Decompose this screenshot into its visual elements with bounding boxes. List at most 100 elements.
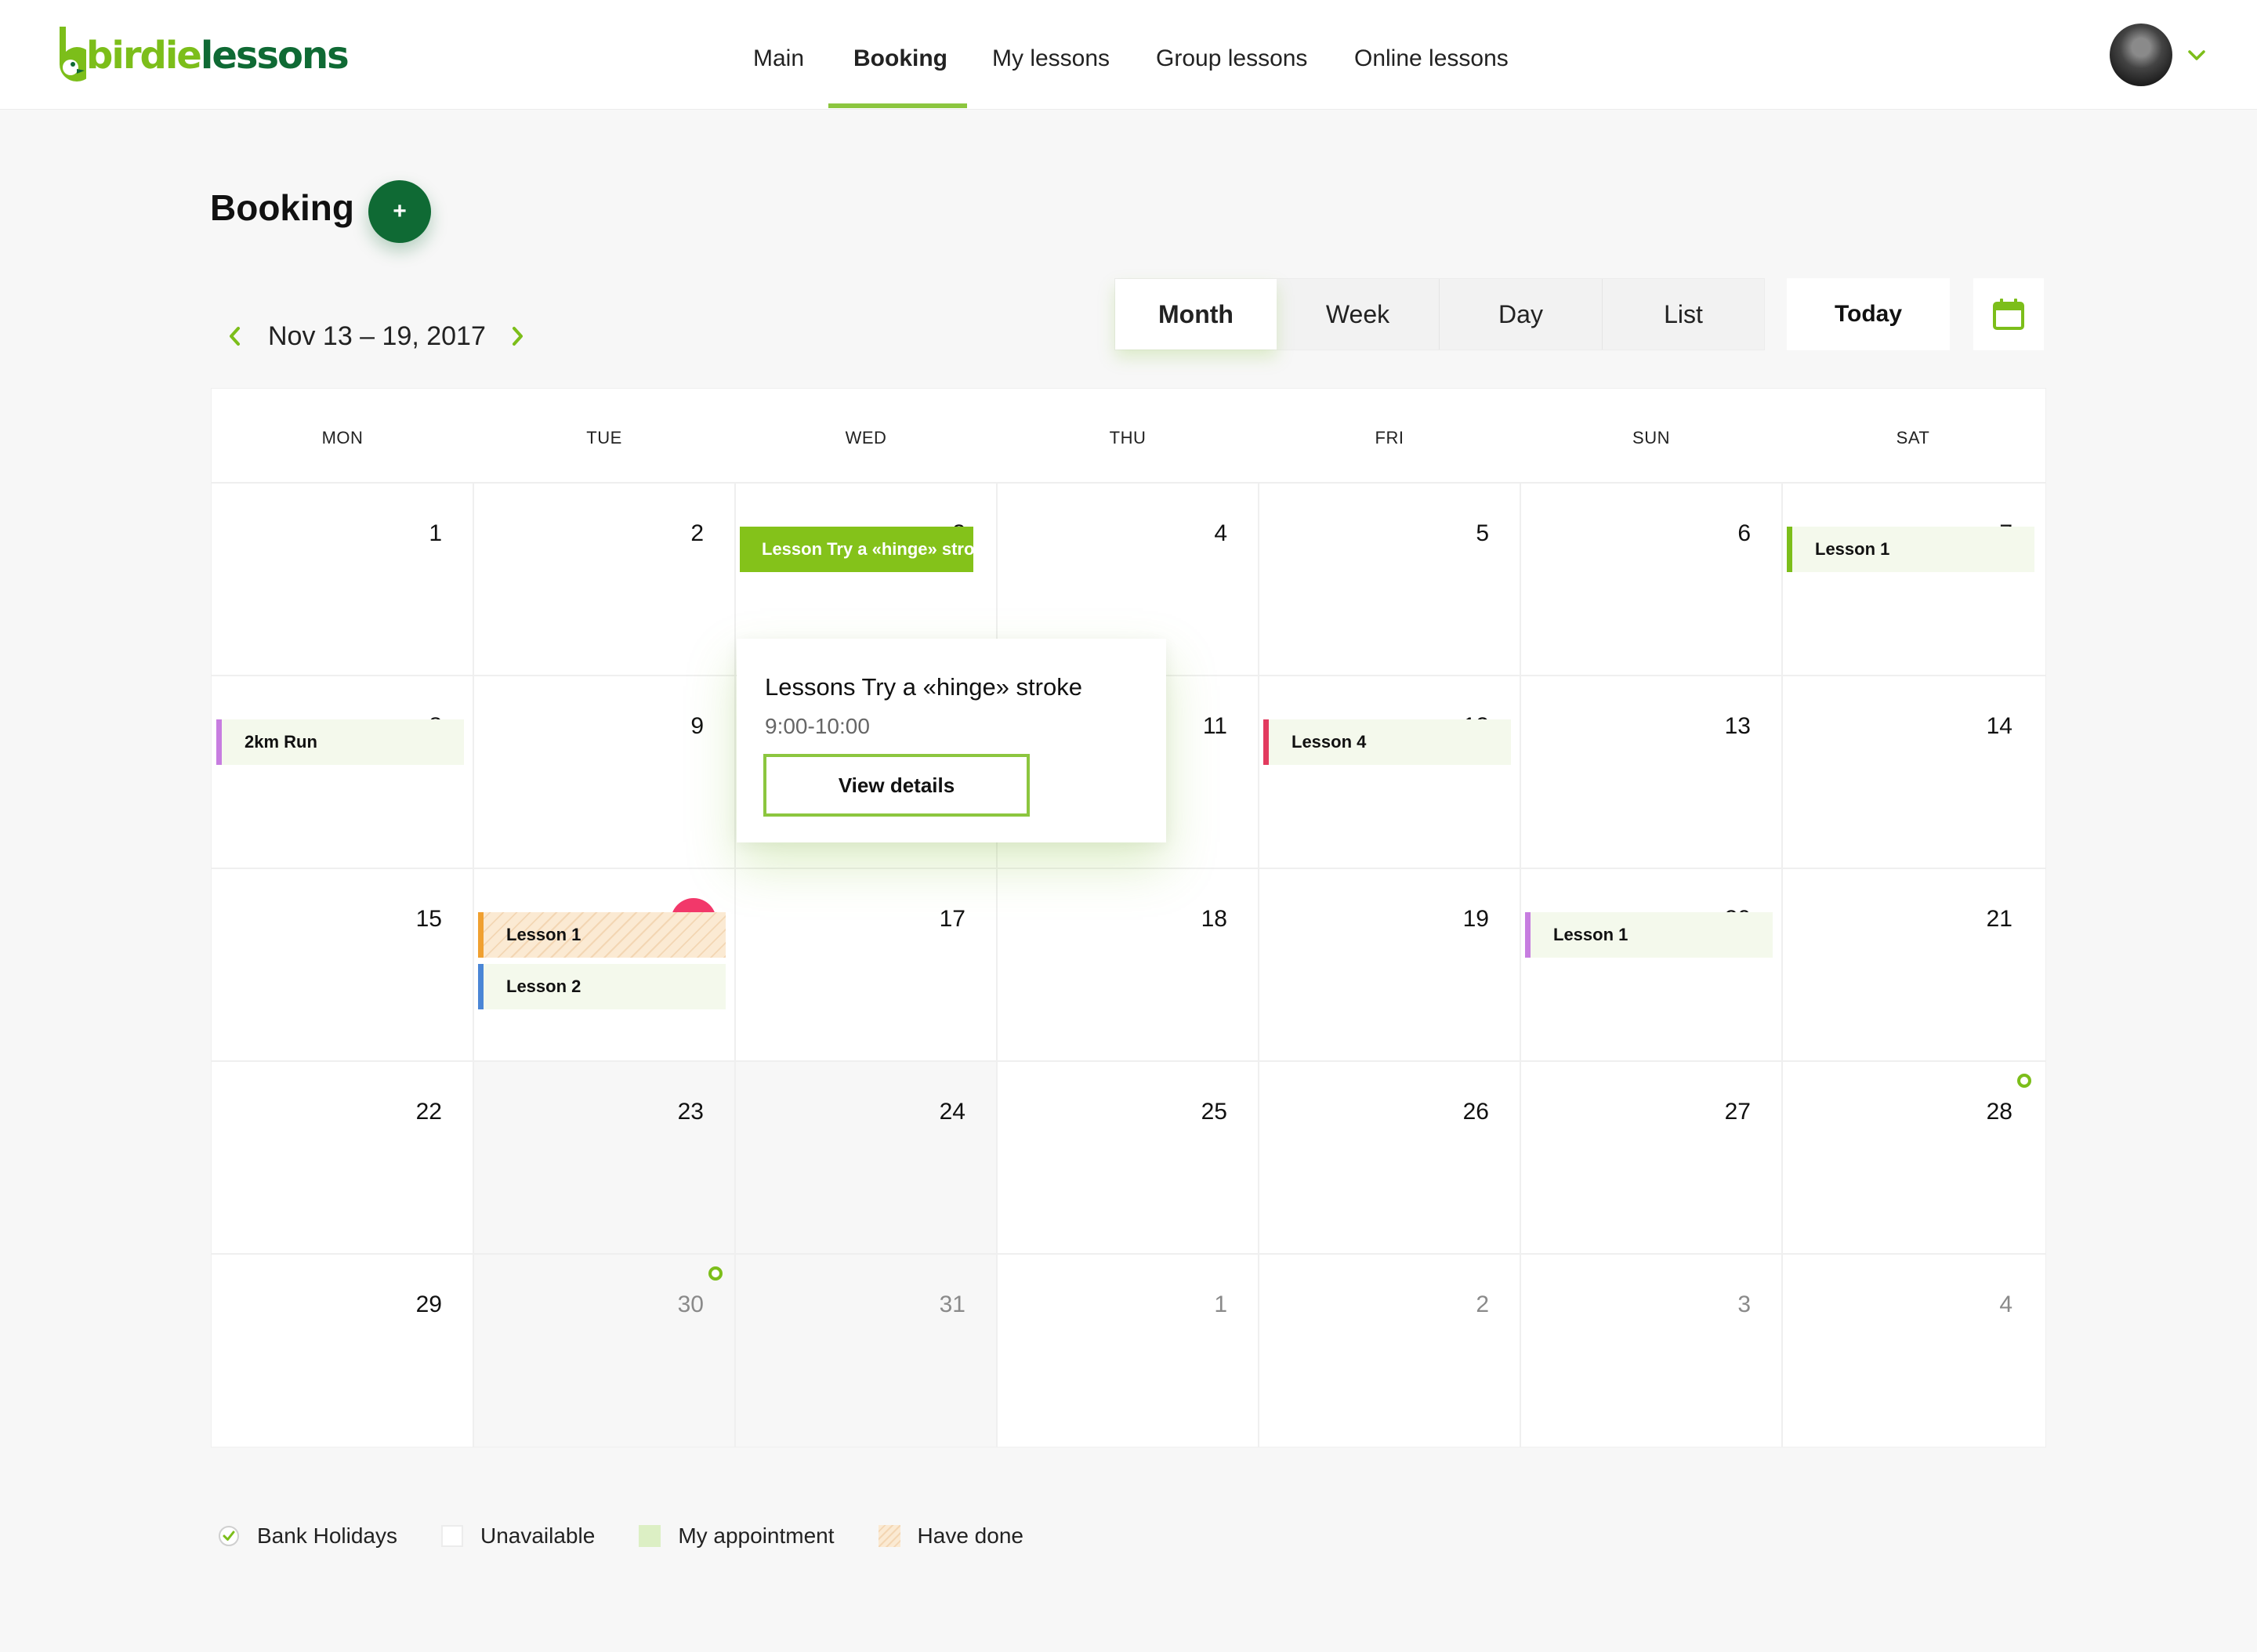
weekday-header: SUN bbox=[1632, 428, 1670, 447]
event-color-bar bbox=[1787, 527, 1792, 572]
calendar-event[interactable]: 2km Run bbox=[216, 719, 464, 765]
logo-word-birdie: birdie bbox=[86, 34, 202, 78]
day-number: 28 bbox=[1986, 1099, 2012, 1125]
legend-item-bank-holidays: Bank Holidays bbox=[218, 1523, 397, 1549]
day-number: 15 bbox=[415, 906, 442, 932]
calendar-day-cell[interactable]: 9 bbox=[473, 676, 735, 868]
day-number: 1 bbox=[429, 520, 442, 546]
nav-item-main[interactable]: Main bbox=[753, 45, 804, 72]
nav-item-my-lessons[interactable]: My lessons bbox=[992, 45, 1110, 72]
calendar-day-cell[interactable]: 82km Run bbox=[212, 676, 473, 868]
view-details-button[interactable]: View details bbox=[763, 754, 1030, 817]
event-color-bar bbox=[216, 719, 222, 765]
day-number: 29 bbox=[415, 1292, 442, 1317]
day-number: 31 bbox=[939, 1292, 965, 1317]
bank-holiday-indicator bbox=[708, 1266, 723, 1281]
today-button[interactable]: Today bbox=[1787, 278, 1950, 350]
calendar-day-cell[interactable]: 29 bbox=[212, 1254, 473, 1447]
calendar-event[interactable]: Lesson 1 bbox=[1787, 527, 2034, 572]
user-avatar[interactable] bbox=[2110, 24, 2172, 86]
calendar-day-cell[interactable]: 19 bbox=[1259, 868, 1520, 1061]
calendar-day-cell[interactable]: 3 bbox=[1520, 1254, 1782, 1447]
calendar-day-cell[interactable]: 2 bbox=[1259, 1254, 1520, 1447]
calendar-day-cell[interactable]: 31 bbox=[735, 1254, 997, 1447]
event-label: Lesson 1 bbox=[506, 925, 581, 944]
event-label: Lesson 1 bbox=[1815, 539, 1890, 559]
view-switcher: Month Week Day List bbox=[1114, 278, 1765, 350]
calendar-day-cell[interactable]: 27 bbox=[1520, 1061, 1782, 1254]
calendar-event[interactable]: Lesson 1 bbox=[1525, 912, 1773, 958]
calendar-event[interactable]: Lesson 1 bbox=[478, 912, 726, 958]
nav-item-booking[interactable]: Booking bbox=[853, 45, 947, 72]
bird-logo-icon bbox=[60, 27, 86, 82]
day-number: 30 bbox=[677, 1292, 704, 1317]
calendar-day-cell[interactable]: 15 bbox=[212, 868, 473, 1061]
nav-item-online-lessons[interactable]: Online lessons bbox=[1354, 45, 1509, 72]
date-range-label: Nov 13 – 19, 2017 bbox=[268, 321, 486, 351]
check-circle-icon bbox=[219, 1526, 239, 1546]
view-week-button[interactable]: Week bbox=[1277, 279, 1440, 350]
grid-line bbox=[1520, 483, 1521, 1447]
calendar-day-cell[interactable]: 4 bbox=[1782, 1254, 2044, 1447]
calendar-event[interactable]: Lesson 2 bbox=[478, 964, 726, 1009]
event-color-bar bbox=[478, 964, 484, 1009]
calendar-day-cell[interactable]: 23 bbox=[473, 1061, 735, 1254]
day-number: 14 bbox=[1986, 713, 2012, 739]
calendar-day-cell[interactable]: 18 bbox=[997, 868, 1259, 1061]
calendar-event[interactable]: Lesson Try a «hinge» stroke bbox=[740, 527, 973, 572]
day-number: 23 bbox=[677, 1099, 704, 1125]
view-month-button[interactable]: Month bbox=[1115, 279, 1277, 350]
day-number: 6 bbox=[1737, 520, 1751, 546]
calendar-picker-button[interactable] bbox=[1973, 278, 2044, 350]
legend-label: Have done bbox=[917, 1523, 1023, 1548]
calendar-day-cell[interactable]: 13 bbox=[1520, 676, 1782, 868]
weekday-header: WED bbox=[845, 428, 887, 447]
birdielessons-logo[interactable]: birdielessons bbox=[49, 24, 350, 88]
calendar-day-cell[interactable]: 24 bbox=[735, 1061, 997, 1254]
calendar-day-cell[interactable]: 16Lesson 1Lesson 2 bbox=[473, 868, 735, 1061]
calendar-day-cell[interactable]: 17 bbox=[735, 868, 997, 1061]
grid-line bbox=[1781, 483, 1783, 1447]
calendar-day-cell[interactable]: 28 bbox=[1782, 1061, 2044, 1254]
chevron-right-icon bbox=[512, 327, 523, 346]
calendar-day-cell[interactable]: 25 bbox=[997, 1061, 1259, 1254]
calendar-day-cell[interactable]: 1 bbox=[212, 483, 473, 676]
calendar-day-cell[interactable]: 6 bbox=[1520, 483, 1782, 676]
add-booking-button[interactable]: + bbox=[368, 180, 431, 243]
view-list-button[interactable]: List bbox=[1603, 279, 1764, 350]
calendar-day-cell[interactable]: 30 bbox=[473, 1254, 735, 1447]
calendar-event[interactable]: Lesson 4 bbox=[1263, 719, 1511, 765]
day-number: 5 bbox=[1476, 520, 1489, 546]
grid-line bbox=[212, 1253, 2045, 1255]
day-number: 4 bbox=[1214, 520, 1227, 546]
month-calendar: MONTUEWEDTHUFRISUNSAT123Lesson Try a «hi… bbox=[212, 389, 2045, 1447]
next-range-button[interactable] bbox=[508, 324, 528, 348]
calendar-day-cell[interactable]: 1 bbox=[997, 1254, 1259, 1447]
day-number: 18 bbox=[1201, 906, 1227, 932]
grid-line bbox=[1258, 483, 1259, 1447]
calendar-day-cell[interactable]: 12Lesson 4 bbox=[1259, 676, 1520, 868]
event-label: Lesson 1 bbox=[1553, 925, 1628, 944]
day-number: 24 bbox=[939, 1099, 965, 1125]
event-color-bar bbox=[1525, 912, 1531, 958]
calendar-day-cell[interactable]: 7Lesson 1 bbox=[1782, 483, 2044, 676]
legend-item-my-appointment: My appointment bbox=[639, 1523, 835, 1549]
calendar-day-cell[interactable]: 14 bbox=[1782, 676, 2044, 868]
calendar-day-cell[interactable]: 20Lesson 1 bbox=[1520, 868, 1782, 1061]
day-number: 3 bbox=[1737, 1292, 1751, 1317]
legend-swatch-done bbox=[878, 1525, 900, 1547]
chevron-down-icon[interactable] bbox=[2186, 47, 2207, 63]
legend-item-unavailable: Unavailable bbox=[440, 1523, 595, 1549]
day-number: 2 bbox=[690, 520, 704, 546]
calendar-day-cell[interactable]: 2 bbox=[473, 483, 735, 676]
nav-item-group-lessons[interactable]: Group lessons bbox=[1156, 45, 1307, 72]
calendar-day-cell[interactable]: 5 bbox=[1259, 483, 1520, 676]
calendar-day-cell[interactable]: 26 bbox=[1259, 1061, 1520, 1254]
popover-title: Lessons Try a «hinge» stroke bbox=[765, 673, 1082, 701]
calendar-day-cell[interactable]: 22 bbox=[212, 1061, 473, 1254]
previous-range-button[interactable] bbox=[224, 324, 245, 348]
calendar-day-cell[interactable]: 21 bbox=[1782, 868, 2044, 1061]
view-day-button[interactable]: Day bbox=[1440, 279, 1603, 350]
event-label: Lesson 2 bbox=[506, 976, 581, 996]
grid-line bbox=[212, 482, 2045, 484]
